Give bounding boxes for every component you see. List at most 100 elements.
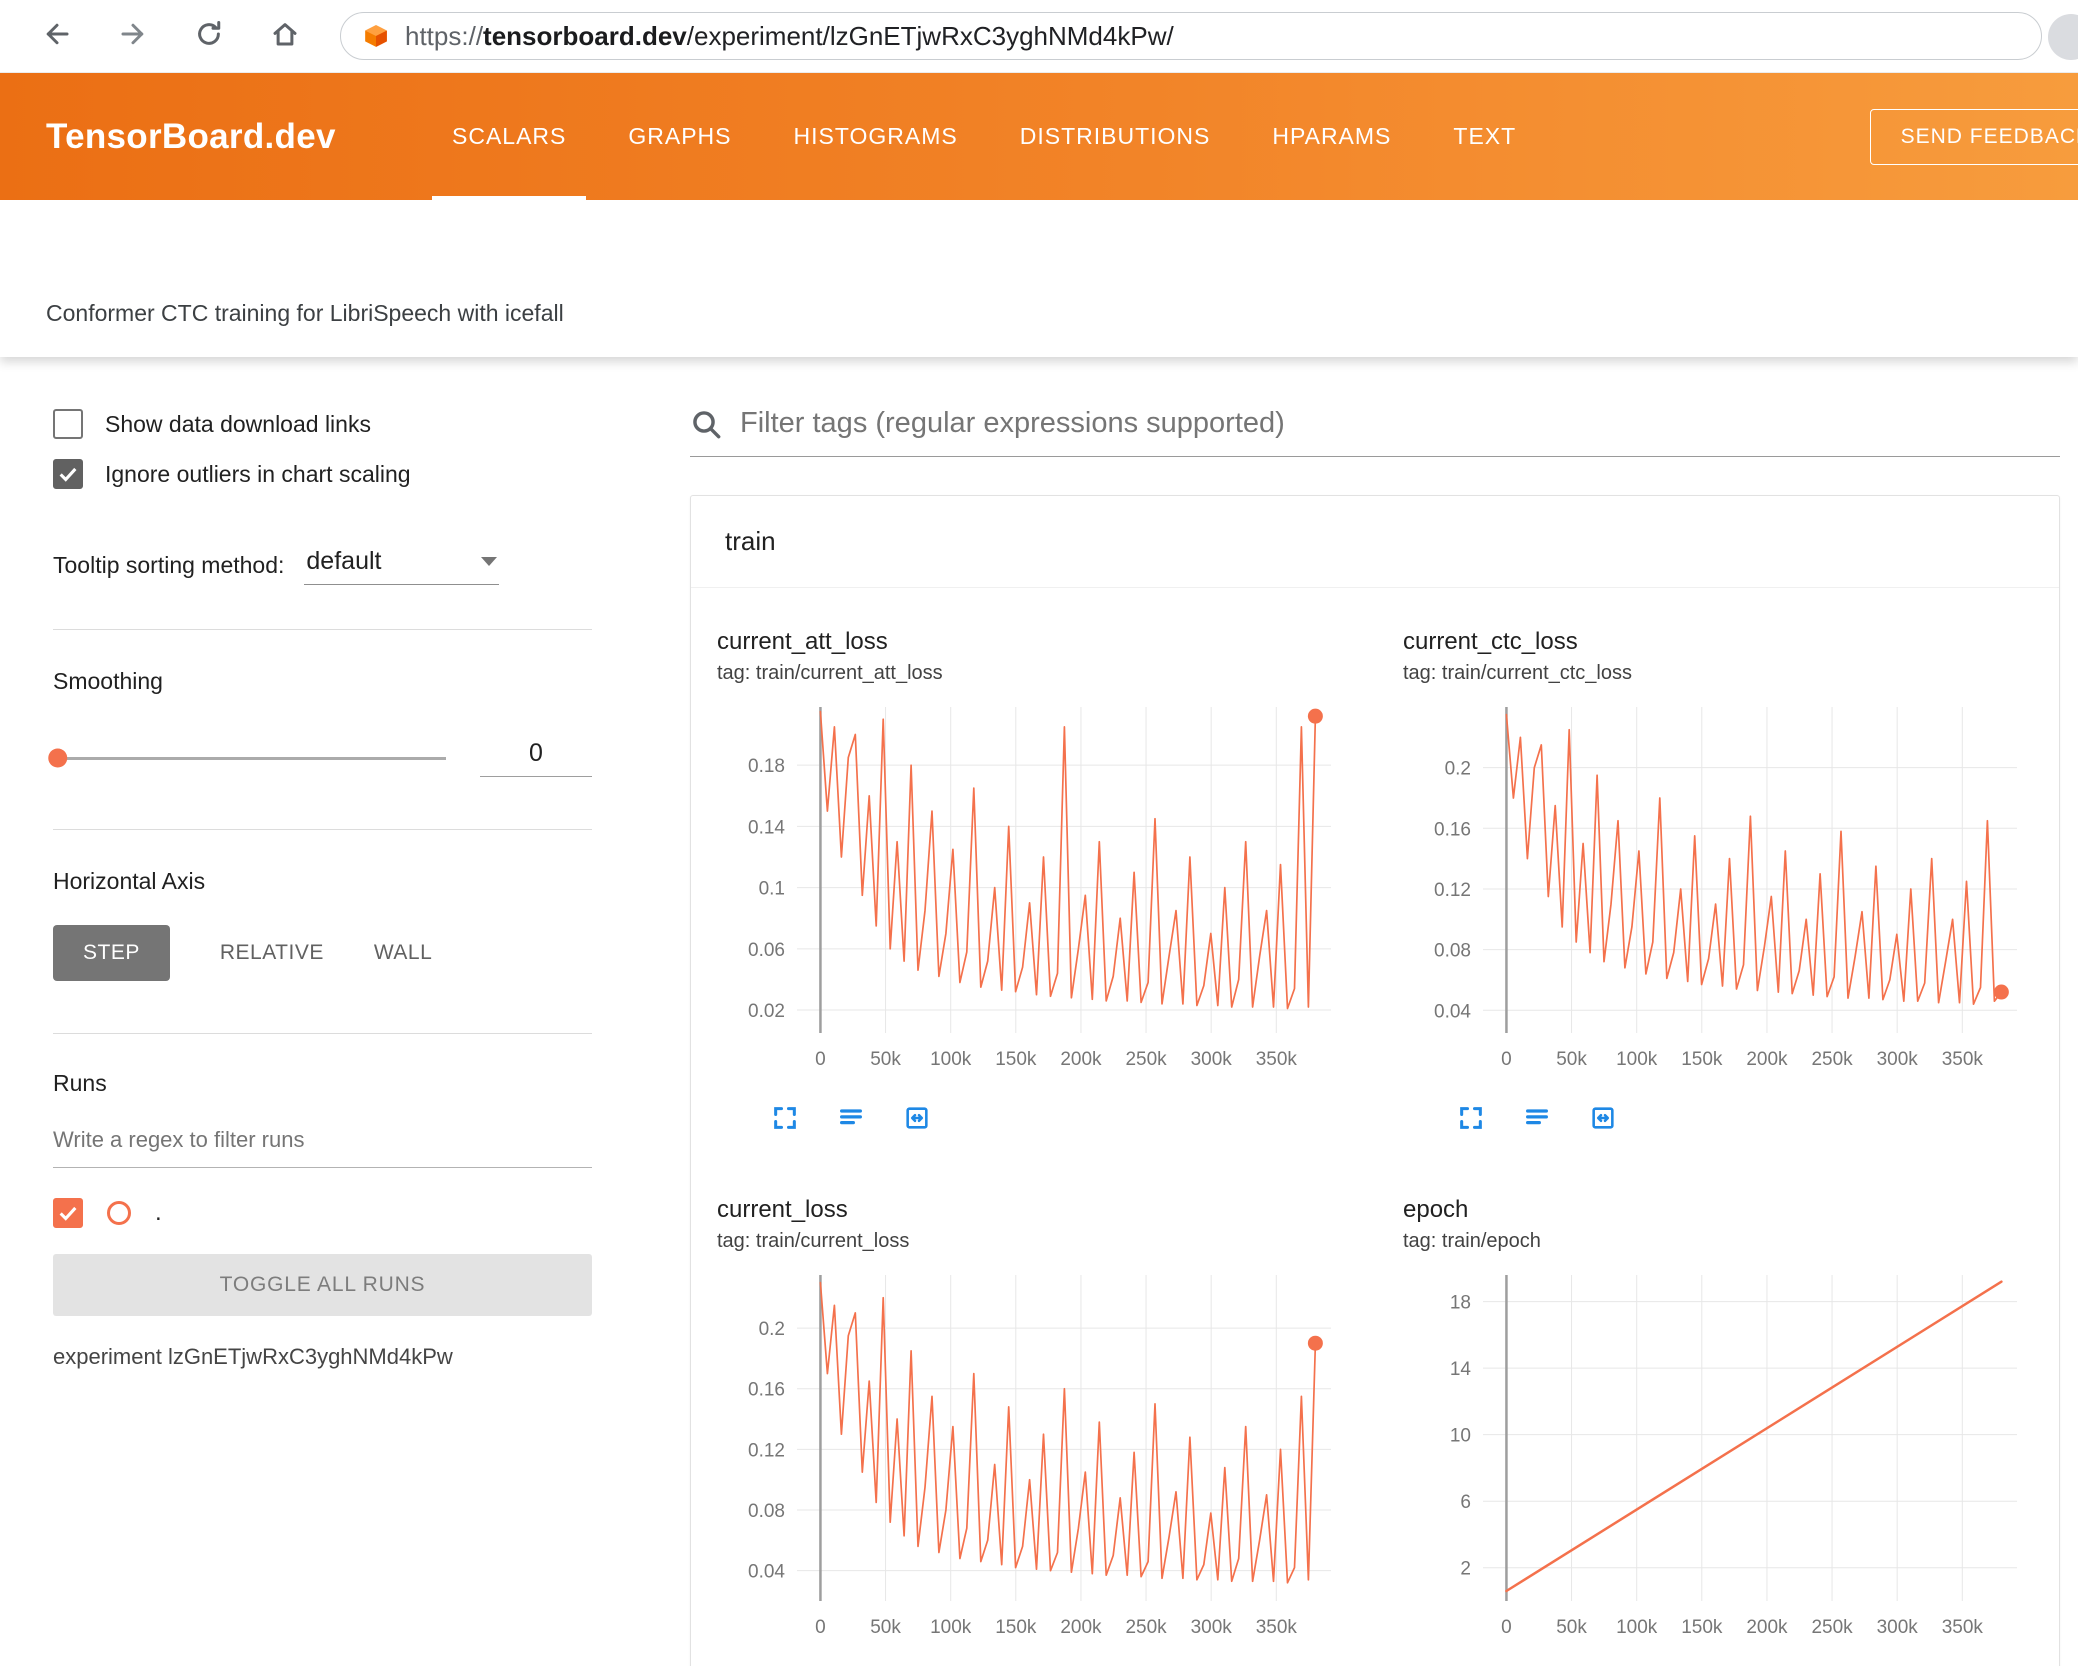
svg-text:0.2: 0.2: [1445, 759, 1471, 780]
chart-figure[interactable]: 0.02 0.06 0.1 0.14 0.18 0 50k 100k 150k 200k 250k 3…: [717, 695, 1347, 1083]
tab-histograms[interactable]: HISTOGRAMS: [794, 73, 958, 200]
svg-text:300k: 300k: [1191, 1049, 1233, 1070]
svg-text:100k: 100k: [930, 1617, 972, 1638]
horizontal-axis-buttons: STEP RELATIVE WALL: [53, 925, 592, 981]
content: Show data download links Ignore outliers…: [0, 357, 2078, 1666]
home-button[interactable]: [264, 15, 306, 57]
svg-text:350k: 350k: [1256, 1617, 1298, 1638]
tensorboard-favicon: [363, 23, 389, 49]
chart-current-ctc-loss: current_ctc_loss tag: train/current_ctc_…: [1403, 628, 2045, 1135]
svg-text:0: 0: [815, 1617, 826, 1638]
tooltip-sorting-select[interactable]: default: [304, 545, 500, 585]
browser-chrome: https://tensorboard.dev/experiment/lzGnE…: [0, 0, 2078, 73]
svg-text:0.04: 0.04: [748, 1562, 785, 1583]
chart-figure[interactable]: 0.04 0.08 0.12 0.16 0.2 0 50k 100k 150k 200k 250k 3…: [1403, 695, 2033, 1083]
data-table-icon: [837, 1104, 865, 1135]
chart-title: current_att_loss: [717, 628, 888, 655]
svg-text:350k: 350k: [1942, 1049, 1984, 1070]
smoothing-value-input[interactable]: 0: [480, 739, 592, 777]
show-download-links-label: Show data download links: [105, 410, 371, 437]
run-checkbox[interactable]: [53, 1198, 83, 1228]
send-feedback-button[interactable]: SEND FEEDBACK: [1869, 108, 2078, 165]
fit-domain-button[interactable]: [1587, 1103, 1619, 1135]
svg-text:150k: 150k: [1681, 1617, 1723, 1638]
back-button[interactable]: [36, 15, 78, 57]
address-bar[interactable]: https://tensorboard.dev/experiment/lzGnE…: [340, 12, 2042, 60]
check-icon: [57, 463, 79, 485]
back-icon: [42, 19, 72, 54]
svg-text:0: 0: [815, 1049, 826, 1070]
axis-step-button[interactable]: STEP: [53, 925, 170, 981]
axis-wall-button[interactable]: WALL: [374, 941, 432, 965]
smoothing-slider-thumb[interactable]: [48, 748, 68, 768]
smoothing-slider-row: 0: [48, 739, 592, 777]
chart-current-loss: current_loss tag: train/current_loss 0.0…: [717, 1196, 1359, 1666]
settings-sidebar: Show data download links Ignore outliers…: [0, 357, 645, 1666]
chart-figure[interactable]: 0.04 0.08 0.12 0.16 0.2 0 50k 100k 150k 200k 250k 3…: [717, 1263, 1347, 1651]
chart-title: epoch: [1403, 1196, 1469, 1223]
tab-scalars[interactable]: SCALARS: [431, 73, 587, 200]
toggle-all-runs-button[interactable]: TOGGLE ALL RUNS: [53, 1254, 592, 1316]
svg-text:150k: 150k: [995, 1617, 1037, 1638]
axis-relative-button[interactable]: RELATIVE: [220, 941, 324, 965]
smoothing-slider[interactable]: [48, 748, 446, 768]
chart-current-att-loss: current_att_loss tag: train/current_att_…: [717, 628, 1359, 1135]
svg-text:100k: 100k: [1616, 1049, 1658, 1070]
show-download-links-row[interactable]: Show data download links: [53, 409, 592, 439]
tab-hparams[interactable]: HPARAMS: [1272, 73, 1391, 200]
tooltip-sorting-row: Tooltip sorting method: default: [53, 545, 592, 585]
svg-text:14: 14: [1450, 1359, 1472, 1380]
svg-text:50k: 50k: [1556, 1049, 1587, 1070]
fullscreen-button[interactable]: [1455, 1103, 1487, 1135]
chart-title: current_loss: [717, 1196, 848, 1223]
runs-filter-input[interactable]: [53, 1121, 592, 1168]
forward-icon: [118, 19, 148, 54]
tooltip-sorting-value: default: [306, 547, 382, 575]
run-color-swatch: [107, 1201, 131, 1225]
browser-profile-avatar[interactable]: [2048, 14, 2078, 60]
reload-button[interactable]: [188, 15, 230, 57]
data-table-button[interactable]: [1521, 1103, 1553, 1135]
chart-figure[interactable]: 2 6 10 14 18 0 50k 100k 150k 200k 250k 300k 350k: [1403, 1263, 2033, 1651]
data-table-button[interactable]: [835, 1103, 867, 1135]
tab-text[interactable]: TEXT: [1453, 73, 1516, 200]
fullscreen-icon: [1457, 1104, 1485, 1135]
charts-grid: current_att_loss tag: train/current_att_…: [691, 588, 2059, 1666]
svg-text:100k: 100k: [1616, 1617, 1658, 1638]
svg-text:0.1: 0.1: [759, 879, 785, 900]
svg-text:250k: 250k: [1125, 1049, 1167, 1070]
experiment-id-label: experiment lzGnETjwRxC3yghNMd4kPw: [53, 1344, 453, 1369]
svg-text:150k: 150k: [995, 1049, 1037, 1070]
svg-text:6: 6: [1460, 1492, 1471, 1513]
ignore-outliers-checkbox[interactable]: [53, 459, 83, 489]
svg-text:50k: 50k: [1556, 1617, 1587, 1638]
filter-tags-input[interactable]: [740, 407, 2060, 440]
train-section-title[interactable]: train: [691, 496, 2059, 588]
chart-tag: tag: train/current_ctc_loss: [1403, 662, 1632, 684]
ignore-outliers-row[interactable]: Ignore outliers in chart scaling: [53, 459, 592, 489]
svg-text:2: 2: [1460, 1559, 1471, 1580]
svg-text:0.08: 0.08: [1434, 941, 1471, 962]
reload-icon: [194, 19, 224, 54]
search-icon: [690, 408, 722, 440]
tensorboard-header: TensorBoard.dev SCALARS GRAPHS HISTOGRAM…: [0, 73, 2078, 200]
chart-tag: tag: train/current_loss: [717, 1230, 910, 1252]
run-row[interactable]: .: [53, 1198, 592, 1228]
svg-text:0.04: 0.04: [1434, 1001, 1471, 1022]
train-section-card: train current_att_loss tag: train/curren…: [690, 495, 2060, 1666]
tab-distributions[interactable]: DISTRIBUTIONS: [1020, 73, 1211, 200]
svg-text:0: 0: [1501, 1049, 1512, 1070]
chart-actions: [717, 1103, 1359, 1135]
chevron-down-icon: [481, 557, 498, 566]
fit-domain-button[interactable]: [901, 1103, 933, 1135]
svg-text:250k: 250k: [1125, 1617, 1167, 1638]
forward-button[interactable]: [112, 15, 154, 57]
experiment-title: Conformer CTC training for LibriSpeech w…: [46, 300, 564, 326]
fullscreen-button[interactable]: [769, 1103, 801, 1135]
svg-text:0.02: 0.02: [748, 1001, 785, 1022]
fit-domain-icon: [1589, 1104, 1617, 1135]
svg-text:300k: 300k: [1877, 1049, 1919, 1070]
tab-graphs[interactable]: GRAPHS: [628, 73, 731, 200]
show-download-links-checkbox[interactable]: [53, 409, 83, 439]
brand-logo[interactable]: TensorBoard.dev: [46, 117, 336, 157]
